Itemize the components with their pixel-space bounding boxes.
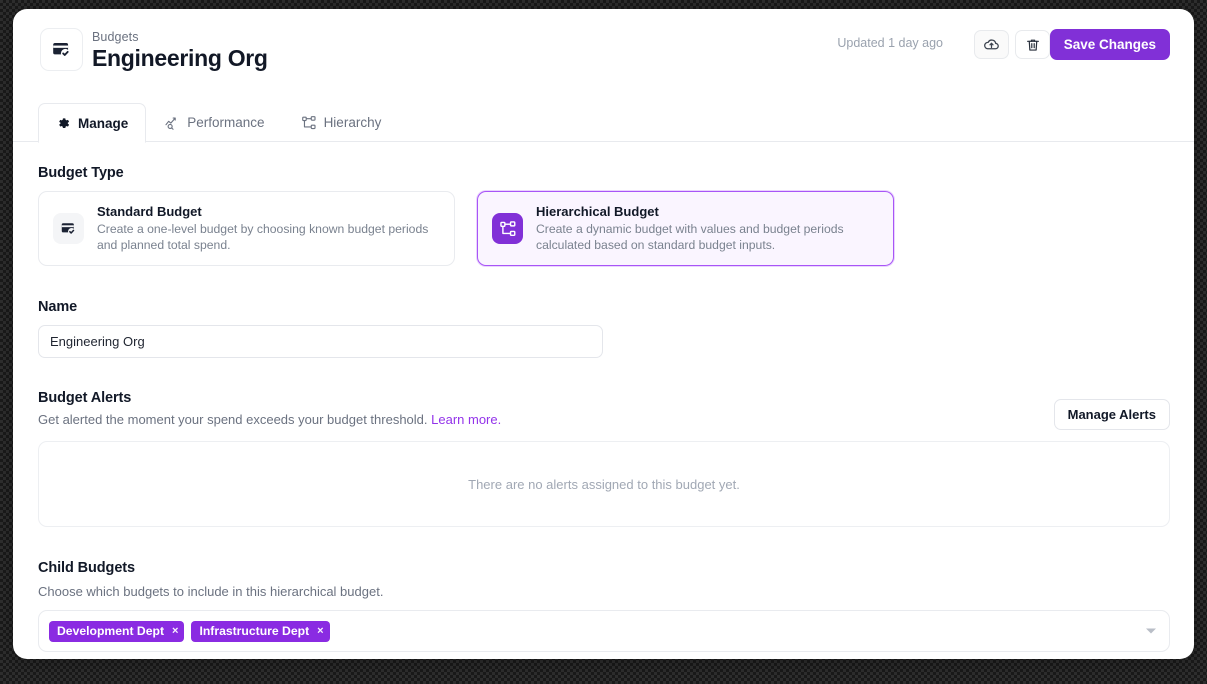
page-header: Budgets Engineering Org Updated 1 day ag…: [13, 9, 1194, 93]
budget-type-standard-card[interactable]: Standard Budget Create a one-level budge…: [38, 191, 455, 266]
page-title: Engineering Org: [92, 45, 268, 71]
name-input[interactable]: [38, 325, 603, 358]
chart-search-icon: [164, 115, 180, 131]
learn-more-link[interactable]: Learn more.: [431, 412, 501, 427]
tab-bar: Manage Performance Hierarchy: [13, 102, 1194, 143]
budget-type-heading: Budget Type: [38, 165, 124, 181]
delete-button[interactable]: [1015, 30, 1050, 59]
chevron-down-icon[interactable]: [1146, 628, 1156, 634]
chip-infrastructure-dept-label: Infrastructure Dept: [199, 624, 310, 638]
budget-type-hierarchical-title: Hierarchical Budget: [536, 203, 659, 219]
budget-type-standard-desc-line2: and planned total spend.: [97, 238, 231, 252]
tab-manage[interactable]: Manage: [38, 103, 147, 143]
tab-performance[interactable]: Performance: [146, 103, 282, 142]
budget-type-hierarchical-card[interactable]: Hierarchical Budget Create a dynamic bud…: [477, 191, 894, 266]
manage-alerts-button[interactable]: Manage Alerts: [1053, 399, 1170, 430]
save-changes-button[interactable]: Save Changes: [1049, 29, 1170, 60]
hierarchy-icon: [301, 115, 317, 131]
manage-panel: Budget Type Standard Budget Create a one…: [13, 142, 1194, 659]
updated-timestamp: Updated 1 day ago: [837, 36, 943, 50]
tab-performance-label: Performance: [187, 115, 265, 130]
chip-infrastructure-dept[interactable]: Infrastructure Dept ×: [191, 620, 330, 642]
budget-type-options: Standard Budget Create a one-level budge…: [38, 191, 894, 266]
name-heading: Name: [38, 299, 78, 315]
gear-icon: [56, 116, 71, 131]
budget-type-hierarchical-desc-line1: Create a dynamic budget with values and …: [536, 221, 844, 236]
child-budgets-description: Choose which budgets to include in this …: [38, 584, 384, 599]
cloud-upload-button[interactable]: [974, 30, 1009, 59]
alerts-empty-message: There are no alerts assigned to this bud…: [468, 476, 740, 492]
budget-alerts-heading: Budget Alerts: [38, 390, 132, 406]
app-window: Budgets Engineering Org Updated 1 day ag…: [13, 9, 1194, 659]
budget-type-standard-title: Standard Budget: [97, 203, 202, 219]
child-budgets-multiselect[interactable]: Development Dept × Infrastructure Dept ×: [38, 610, 1170, 652]
tab-hierarchy-label: Hierarchy: [323, 115, 382, 130]
budget-type-standard-desc-line1: Create a one-level budget by choosing kn…: [97, 221, 429, 236]
screenshot-stage: Budgets Engineering Org Updated 1 day ag…: [0, 0, 1207, 684]
budget-alerts-description-text: Get alerted the moment your spend exceed…: [38, 412, 428, 427]
alerts-empty-panel: There are no alerts assigned to this bud…: [38, 441, 1170, 527]
breadcrumb[interactable]: Budgets: [92, 30, 139, 44]
chip-development-dept[interactable]: Development Dept ×: [49, 620, 185, 642]
chip-infrastructure-dept-remove-icon[interactable]: ×: [317, 625, 323, 637]
budget-type-hierarchical-desc-line2: calculated based on standard budget inpu…: [536, 238, 776, 252]
tab-hierarchy[interactable]: Hierarchy: [283, 103, 400, 142]
chip-development-dept-remove-icon[interactable]: ×: [172, 625, 178, 637]
child-budgets-heading: Child Budgets: [38, 560, 135, 576]
budget-alerts-description: Get alerted the moment your spend exceed…: [38, 412, 501, 427]
budget-card-check-icon: [53, 213, 84, 244]
hierarchy-icon: [492, 213, 523, 244]
budget-card-check-icon: [40, 28, 83, 71]
tab-manage-label: Manage: [78, 115, 129, 131]
chip-development-dept-label: Development Dept: [57, 624, 164, 638]
